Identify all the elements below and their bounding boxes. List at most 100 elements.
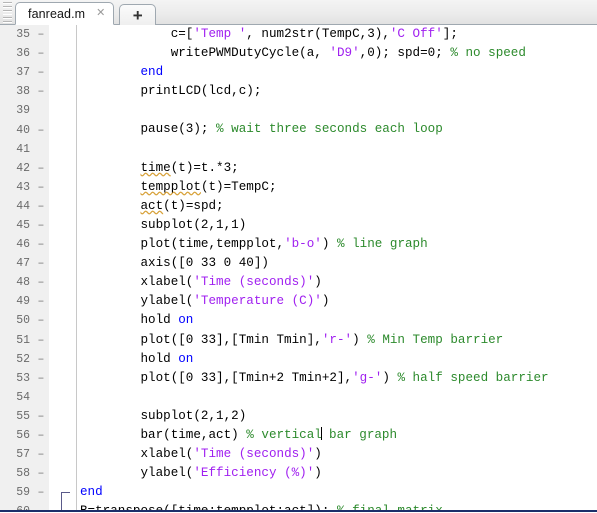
breakpoint-marker[interactable]: –: [34, 82, 49, 102]
code-line-45[interactable]: 45– subplot(2,1,1): [0, 215, 597, 236]
code-line-42[interactable]: 42– time(t)=t.*3;: [0, 158, 597, 178]
code-line-51[interactable]: 51– plot([0 33],[Tmin Tmin],'r-') % Min …: [0, 330, 597, 350]
code-editor-area[interactable]: 35– c=['Temp ', num2str(TempC,3),'C Off'…: [0, 25, 597, 512]
code-text[interactable]: pause(3); % wait three seconds each loop: [76, 120, 597, 140]
code-fold-gutter[interactable]: [48, 254, 77, 274]
panel-drag-handle[interactable]: [2, 2, 13, 23]
breakpoint-marker[interactable]: –: [34, 330, 49, 350]
code-fold-gutter[interactable]: [48, 349, 77, 369]
code-fold-gutter[interactable]: [48, 425, 77, 446]
code-text[interactable]: [76, 139, 597, 159]
code-fold-gutter[interactable]: [48, 235, 77, 255]
code-fold-gutter[interactable]: [48, 177, 77, 197]
code-line-55[interactable]: 55– subplot(2,1,2): [0, 406, 597, 426]
code-fold-gutter[interactable]: [48, 330, 77, 350]
code-line-60[interactable]: 60– B=transpose([time;tempplot;act]); % f…: [0, 502, 597, 510]
breakpoint-marker[interactable]: –: [34, 235, 49, 255]
code-text[interactable]: printLCD(lcd,c);: [76, 82, 597, 102]
code-line-46[interactable]: 46– plot(time,tempplot,'b-o') % line gra…: [0, 235, 597, 255]
code-line-37[interactable]: 37– end: [0, 63, 597, 83]
code-fold-gutter[interactable]: [48, 387, 77, 407]
code-text[interactable]: axis([0 33 0 40]): [76, 254, 597, 274]
code-line-48[interactable]: 48– xlabel('Time (seconds)'): [0, 273, 597, 293]
code-text[interactable]: plot([0 33],[Tmin+2 Tmin+2],'g-') % half…: [76, 368, 597, 388]
breakpoint-marker[interactable]: –: [34, 25, 49, 45]
code-text[interactable]: B=transpose([time;tempplot;act]); % fina…: [76, 502, 597, 510]
code-fold-gutter[interactable]: [48, 101, 77, 121]
code-text[interactable]: time(t)=t.*3;: [76, 158, 597, 178]
code-fold-gutter[interactable]: [48, 483, 77, 505]
breakpoint-marker[interactable]: –: [34, 406, 49, 426]
code-text[interactable]: act(t)=spd;: [76, 196, 597, 216]
code-fold-gutter[interactable]: [48, 120, 77, 140]
breakpoint-marker[interactable]: –: [34, 196, 49, 216]
code-text[interactable]: writePWMDutyCycle(a, 'D9',0); spd=0; % n…: [76, 44, 597, 64]
code-fold-gutter[interactable]: [48, 139, 77, 159]
code-text[interactable]: c=['Temp ', num2str(TempC,3),'C Off'];: [76, 25, 597, 45]
code-fold-gutter[interactable]: [48, 406, 77, 426]
code-line-53[interactable]: 53– plot([0 33],[Tmin+2 Tmin+2],'g-') % …: [0, 368, 597, 388]
breakpoint-marker[interactable]: [34, 139, 49, 159]
new-tab-button[interactable]: +: [119, 4, 157, 25]
code-line-47[interactable]: 47– axis([0 33 0 40]): [0, 254, 597, 274]
code-fold-gutter[interactable]: [48, 158, 77, 178]
breakpoint-marker[interactable]: –: [34, 368, 49, 388]
breakpoint-marker[interactable]: –: [34, 445, 49, 465]
code-line-52[interactable]: 52– hold on: [0, 349, 597, 369]
code-line-43[interactable]: 43– tempplot(t)=TempC;: [0, 177, 597, 197]
breakpoint-marker[interactable]: –: [34, 120, 49, 140]
code-fold-gutter[interactable]: [48, 502, 77, 510]
code-line-41[interactable]: 41: [0, 139, 597, 159]
code-fold-gutter[interactable]: [48, 196, 77, 216]
code-line-49[interactable]: 49– ylabel('Temperature (C)'): [0, 292, 597, 312]
code-text[interactable]: hold on: [76, 311, 597, 331]
code-text[interactable]: hold on: [76, 349, 597, 369]
code-line-38[interactable]: 38– printLCD(lcd,c);: [0, 82, 597, 102]
code-text[interactable]: [76, 101, 597, 121]
breakpoint-marker[interactable]: –: [34, 483, 49, 503]
tab-fanread-m[interactable]: fanread.m ✕: [15, 2, 115, 25]
breakpoint-marker[interactable]: –: [34, 311, 49, 331]
code-fold-gutter[interactable]: [48, 464, 77, 484]
code-line-44[interactable]: 44– act(t)=spd;: [0, 196, 597, 216]
breakpoint-marker[interactable]: –: [34, 158, 49, 178]
code-text[interactable]: xlabel('Time (seconds)'): [76, 273, 597, 293]
breakpoint-marker[interactable]: –: [34, 177, 49, 197]
code-line-35[interactable]: 35– c=['Temp ', num2str(TempC,3),'C Off'…: [0, 25, 597, 45]
code-line-39[interactable]: 39: [0, 101, 597, 121]
breakpoint-marker[interactable]: –: [34, 425, 49, 446]
close-icon[interactable]: ✕: [94, 7, 107, 20]
breakpoint-marker[interactable]: –: [34, 292, 49, 312]
breakpoint-marker[interactable]: –: [34, 349, 49, 369]
code-text[interactable]: plot([0 33],[Tmin Tmin],'r-') % Min Temp…: [76, 330, 597, 350]
code-line-40[interactable]: 40– pause(3); % wait three seconds each …: [0, 120, 597, 140]
breakpoint-marker[interactable]: –: [34, 254, 49, 274]
code-fold-gutter[interactable]: [48, 215, 77, 236]
code-fold-gutter[interactable]: [48, 82, 77, 102]
code-fold-gutter[interactable]: [48, 445, 77, 465]
code-fold-gutter[interactable]: [48, 311, 77, 331]
code-text[interactable]: ylabel('Efficiency (%)'): [76, 464, 597, 484]
code-text[interactable]: plot(time,tempplot,'b-o') % line graph: [76, 235, 597, 255]
code-fold-gutter[interactable]: [48, 44, 77, 64]
code-fold-gutter[interactable]: [48, 273, 77, 293]
breakpoint-marker[interactable]: [34, 387, 49, 407]
code-text[interactable]: bar(time,act) % vertical bar graph: [76, 425, 597, 446]
code-line-56[interactable]: 56– bar(time,act) % vertical bar graph: [0, 425, 597, 446]
breakpoint-marker[interactable]: –: [34, 273, 49, 293]
code-text[interactable]: subplot(2,1,1): [76, 215, 597, 236]
code-fold-gutter[interactable]: [48, 368, 77, 388]
code-text[interactable]: end: [76, 63, 597, 83]
code-line-36[interactable]: 36– writePWMDutyCycle(a, 'D9',0); spd=0;…: [0, 44, 597, 64]
code-fold-gutter[interactable]: [48, 292, 77, 312]
code-text[interactable]: end: [76, 483, 597, 503]
breakpoint-marker[interactable]: –: [34, 44, 49, 64]
code-fold-gutter[interactable]: [48, 63, 77, 83]
code-line-57[interactable]: 57– xlabel('Time (seconds)'): [0, 445, 597, 465]
code-line-54[interactable]: 54: [0, 387, 597, 407]
breakpoint-marker[interactable]: –: [34, 215, 49, 236]
code-text[interactable]: tempplot(t)=TempC;: [76, 177, 597, 197]
code-line-59[interactable]: 59– end: [0, 483, 597, 505]
code-text[interactable]: subplot(2,1,2): [76, 406, 597, 426]
code-text[interactable]: xlabel('Time (seconds)'): [76, 445, 597, 465]
